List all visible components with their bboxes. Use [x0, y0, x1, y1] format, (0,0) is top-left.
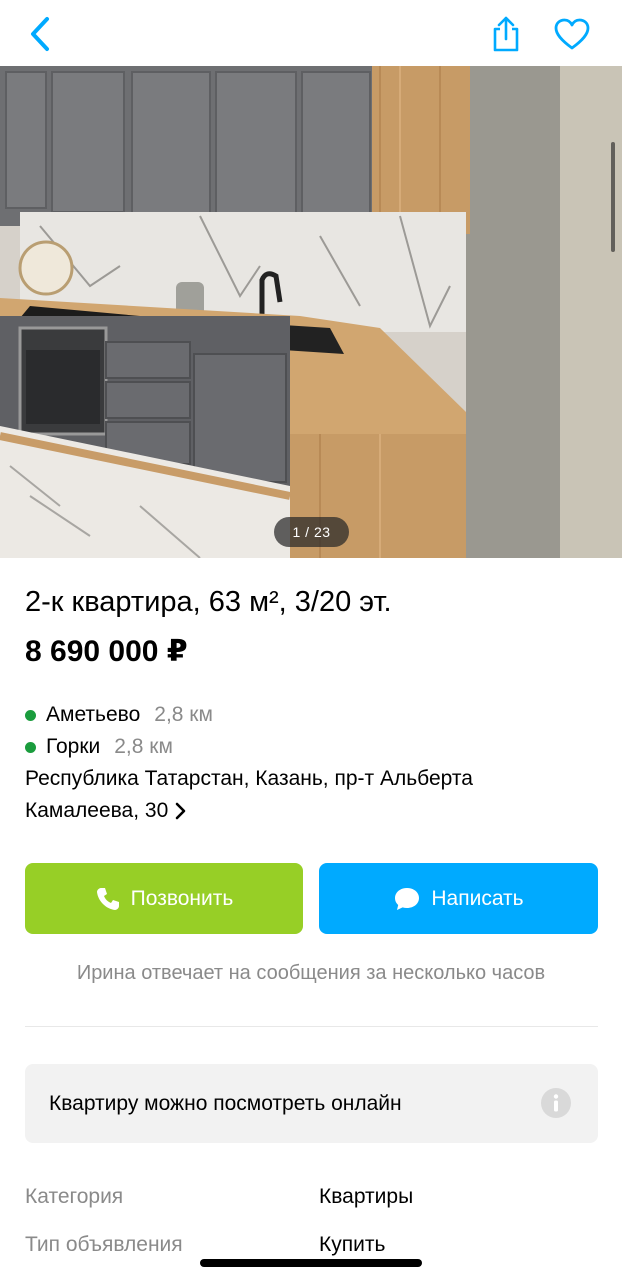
param-label: Категория — [25, 1185, 124, 1208]
heart-icon — [554, 18, 590, 50]
call-button-label: Позвонить — [130, 886, 234, 910]
divider — [25, 1026, 598, 1027]
param-label: Тип объявления — [25, 1233, 183, 1256]
info-icon[interactable] — [541, 1088, 571, 1118]
online-view-text: Квартиру можно посмотреть онлайн — [49, 1091, 402, 1115]
chevron-right-icon — [175, 803, 186, 820]
chevron-left-icon — [31, 17, 49, 51]
param-value: Квартиры — [319, 1185, 414, 1208]
param-value: Купить — [319, 1233, 386, 1256]
photo-gallery[interactable] — [0, 66, 622, 558]
write-button-label: Написать — [431, 886, 524, 910]
address-line-1: Республика Татарстан, Казань, пр-т Альбе… — [25, 767, 473, 790]
metro-dot-icon — [25, 741, 36, 753]
phone-icon — [95, 886, 121, 912]
listing-photo — [0, 66, 622, 558]
call-button[interactable]: Позвонить — [25, 863, 303, 934]
metro-station: Аметьево 2,8 км — [25, 700, 213, 730]
metro-name: Аметьево — [46, 703, 141, 726]
listing-title: 2-к квартира, 63 м², 3/20 эт. — [25, 586, 392, 618]
metro-name: Горки — [46, 735, 101, 758]
metro-distance: 2,8 км — [154, 703, 213, 726]
address-link[interactable]: Республика Татарстан, Казань, пр-т Альбе… — [25, 763, 585, 827]
share-button[interactable] — [484, 12, 528, 56]
listing-price: 8 690 000 ₽ — [25, 635, 188, 668]
metro-distance: 2,8 км — [114, 735, 173, 758]
metro-station: Горки 2,8 км — [25, 732, 173, 762]
share-icon — [493, 16, 519, 52]
write-button[interactable]: Написать — [319, 863, 598, 934]
address-line-2: Камалеева, 30 — [25, 799, 169, 822]
favorite-button[interactable] — [548, 12, 596, 56]
metro-dot-icon — [25, 709, 36, 721]
message-icon — [393, 886, 421, 912]
back-button[interactable] — [20, 12, 60, 56]
top-bar — [0, 0, 622, 66]
online-view-banner[interactable]: Квартиру можно посмотреть онлайн — [25, 1064, 598, 1143]
gallery-scroll-indicator — [611, 142, 615, 252]
seller-reply-note: Ирина отвечает на сообщения за несколько… — [76, 962, 546, 984]
photo-counter: 1 / 23 — [274, 517, 349, 547]
home-indicator[interactable] — [200, 1259, 422, 1267]
